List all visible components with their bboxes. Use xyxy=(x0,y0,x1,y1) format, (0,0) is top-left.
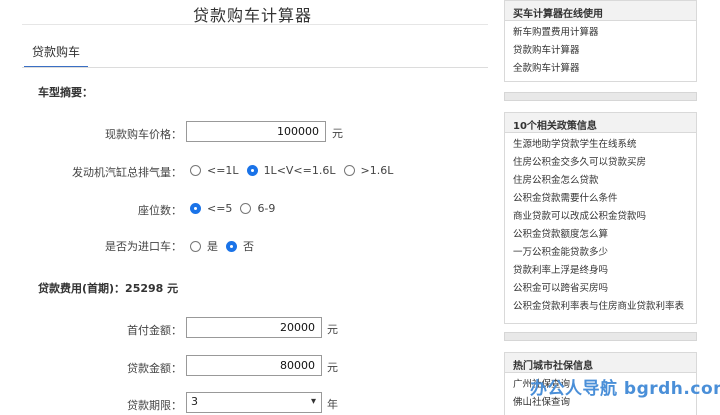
loan-amount-label: 贷款金额： xyxy=(127,362,182,375)
sidebar: 买车计算器在线使用 新车购置费用计算器 贷款购车计算器 全款购车计算器 10个相… xyxy=(504,0,697,415)
down-payment-label: 首付金额： xyxy=(127,324,182,337)
loan-cost-heading: 贷款费用(首期)：25298 元 xyxy=(38,282,179,295)
radio-button-selected[interactable] xyxy=(226,240,237,252)
sidebar-link[interactable]: 一万公积金能贷款多少 xyxy=(513,244,696,262)
sidebar-link[interactable]: 全款购车计算器 xyxy=(513,60,696,78)
tab-divider xyxy=(22,67,488,68)
seats-label: 座位数： xyxy=(138,204,182,217)
displacement-option-3[interactable]: >1.6L xyxy=(343,164,394,177)
sidebar-link[interactable]: 新车购置费用计算器 xyxy=(513,24,696,42)
sidebar-link[interactable]: 住房公积金交多久可以贷款买房 xyxy=(513,154,696,172)
model-summary-heading: 车型摘要： xyxy=(38,86,93,99)
loan-term-label: 贷款期限： xyxy=(127,399,182,412)
chevron-down-icon: ▾ xyxy=(310,396,316,407)
displacement-radio-group: <=1L 1L<V<=1.6L >1.6L xyxy=(190,164,401,177)
title-divider xyxy=(22,24,488,25)
imported-radio-group: 是 否 xyxy=(190,238,262,254)
radio-button[interactable] xyxy=(190,240,201,252)
policy-info-list: 生源地助学贷款学生在线系统 住房公积金交多久可以贷款买房 住房公积金怎么贷款 公… xyxy=(505,133,696,316)
down-payment-input[interactable] xyxy=(186,317,322,338)
option-label: <=1L xyxy=(207,164,239,177)
option-label: <=5 xyxy=(207,202,233,215)
calculator-links-list: 新车购置费用计算器 贷款购车计算器 全款购车计算器 xyxy=(505,21,696,78)
sidebar-link[interactable]: 公积金贷款需要什么条件 xyxy=(513,190,696,208)
tab-loan-purchase[interactable]: 贷款购车 xyxy=(24,43,88,60)
seats-option-2[interactable]: 6-9 xyxy=(240,202,275,215)
sidebar-link[interactable]: 生源地助学贷款学生在线系统 xyxy=(513,136,696,154)
loan-amount-input[interactable] xyxy=(186,355,322,376)
sidebar-link[interactable]: 公积金可以跨省买房吗 xyxy=(513,280,696,298)
imported-label: 是否为进口车： xyxy=(105,240,182,253)
loan-amount-unit: 元 xyxy=(327,361,338,374)
loan-term-unit: 年 xyxy=(327,398,338,411)
radio-button-selected[interactable] xyxy=(190,203,201,214)
sidebar-link[interactable]: 住房公积金怎么贷款 xyxy=(513,172,696,190)
sidebar-link[interactable]: 公积金贷款利率表与住房商业贷款利率表 xyxy=(513,298,696,316)
radio-button-selected[interactable] xyxy=(246,165,258,176)
radio-button[interactable] xyxy=(190,165,201,176)
radio-button[interactable] xyxy=(240,203,252,214)
loan-term-select[interactable]: 3 ▾ xyxy=(186,392,322,413)
main-panel: 贷款购车计算器 贷款购车 车型摘要： 现款购车价格： 元 发动机汽缸总排气量： … xyxy=(0,0,500,415)
option-label: 1L<V<=1.6L xyxy=(263,164,336,177)
down-payment-unit: 元 xyxy=(327,323,338,336)
displacement-option-2[interactable]: 1L<V<=1.6L xyxy=(246,164,336,177)
sidebar-link[interactable]: 贷款利率上浮是终身吗 xyxy=(513,262,696,280)
seats-radio-group: <=5 6-9 xyxy=(190,202,283,215)
option-label: 是 xyxy=(207,240,218,253)
seats-option-1[interactable]: <=5 xyxy=(190,202,232,215)
option-label: >1.6L xyxy=(360,164,394,177)
displacement-option-1[interactable]: <=1L xyxy=(190,164,239,177)
car-price-input[interactable] xyxy=(186,121,326,142)
displacement-label: 发动机汽缸总排气量： xyxy=(72,166,182,179)
calculator-links-title: 买车计算器在线使用 xyxy=(505,1,696,21)
car-price-unit: 元 xyxy=(332,127,343,140)
policy-info-title: 10个相关政策信息 xyxy=(505,113,696,133)
imported-option-no[interactable]: 否 xyxy=(226,238,254,254)
page-title: 贷款购车计算器 xyxy=(192,6,312,25)
policy-info-box: 10个相关政策信息 生源地助学贷款学生在线系统 住房公积金交多久可以贷款买房 住… xyxy=(504,112,697,324)
sidebar-spacer xyxy=(504,332,697,341)
calculator-links-box: 买车计算器在线使用 新车购置费用计算器 贷款购车计算器 全款购车计算器 xyxy=(504,0,697,82)
sidebar-link[interactable]: 公积金贷款额度怎么算 xyxy=(513,226,696,244)
option-label: 6-9 xyxy=(257,202,276,215)
loan-term-value: 3 xyxy=(191,395,198,408)
sidebar-link[interactable]: 商业贷款可以改成公积金贷款吗 xyxy=(513,208,696,226)
radio-button[interactable] xyxy=(343,165,355,176)
sidebar-spacer xyxy=(504,92,697,101)
watermark: 办公人导航 bgrdh.com xyxy=(530,379,720,399)
imported-option-yes[interactable]: 是 xyxy=(190,238,218,254)
social-security-title: 热门城市社保信息 xyxy=(505,353,696,373)
option-label: 否 xyxy=(243,240,254,253)
sidebar-link[interactable]: 贷款购车计算器 xyxy=(513,42,696,60)
car-price-label: 现款购车价格： xyxy=(105,128,182,141)
